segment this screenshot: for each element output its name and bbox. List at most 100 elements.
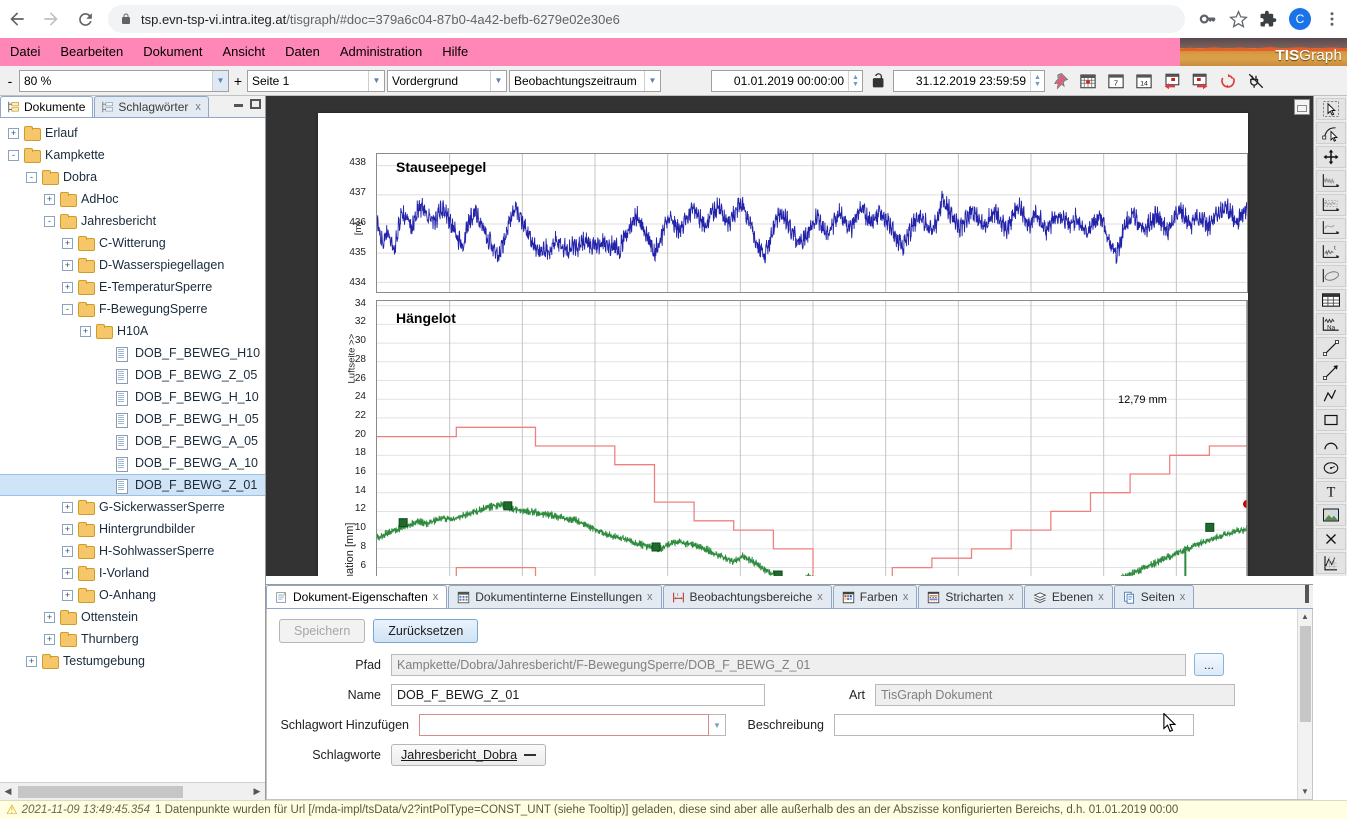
tree-node[interactable]: -Jahresbericht xyxy=(0,210,265,232)
select-pointer-tool[interactable] xyxy=(1316,98,1346,120)
menu-ansicht[interactable]: Ansicht xyxy=(213,38,276,66)
scroll-up-icon[interactable]: ▲ xyxy=(1298,609,1312,624)
expand-icon[interactable]: + xyxy=(62,282,73,293)
extensions-button[interactable] xyxy=(1253,4,1283,34)
tree-node[interactable]: -Kampkette xyxy=(0,144,265,166)
schlagwort-add-input[interactable] xyxy=(419,714,709,736)
tree-horizontal-scrollbar[interactable]: ◀ ▶ xyxy=(0,782,265,800)
maximize-button[interactable] xyxy=(248,97,262,109)
beschreibung-input[interactable] xyxy=(834,714,1194,736)
ellipse-tool[interactable] xyxy=(1316,457,1346,479)
tree-node[interactable]: +Testumgebung xyxy=(0,650,265,672)
tree-node[interactable]: DOB_F_BEWG_H_10 xyxy=(0,386,265,408)
address-bar[interactable]: tsp.evn-tsp-vi.intra.iteg.at/tisgraph/#d… xyxy=(108,5,1185,33)
page-select[interactable]: Seite 1 ▼ xyxy=(247,70,385,92)
minus-remove-icon[interactable] xyxy=(524,754,536,756)
tree-node[interactable]: +Hintergrundbilder xyxy=(0,518,265,540)
calendar-back-button[interactable] xyxy=(1159,69,1185,93)
tab-schlagwoerter[interactable]: Schlagwörter x xyxy=(94,96,209,117)
scroll-right-icon[interactable]: ▶ xyxy=(249,786,265,797)
back-button[interactable] xyxy=(0,2,34,36)
collapse-icon[interactable]: - xyxy=(26,172,37,183)
pfad-browse-button[interactable]: ... xyxy=(1194,653,1224,676)
period-lock-button[interactable] xyxy=(865,69,891,93)
tree-node[interactable]: +E-TemperaturSperre xyxy=(0,276,265,298)
na-axis-tool[interactable]: Na xyxy=(1316,313,1346,335)
calendar-current-button[interactable] xyxy=(1075,69,1101,93)
document-canvas[interactable]: [m] 438 437 436 435 434 Stauseepegel Luf… xyxy=(266,96,1313,576)
tab-dokumentinterne-einstellungen[interactable]: Dokumentinterne Einstellungenx xyxy=(448,585,661,608)
document-tree[interactable]: +Erlauf-Kampkette-Dobra+AdHoc-Jahresberi… xyxy=(0,118,265,778)
menu-hilfe[interactable]: Hilfe xyxy=(432,38,478,66)
tree-node[interactable]: DOB_F_BEWEG_H10 xyxy=(0,342,265,364)
polyline-tool[interactable] xyxy=(1316,385,1346,407)
layer-select[interactable]: Vordergrund ▼ xyxy=(387,70,507,92)
tab-stricharten[interactable]: Strichartenx xyxy=(918,585,1023,608)
line-segment-tool[interactable] xyxy=(1316,337,1346,359)
zoom-in-button[interactable]: + xyxy=(230,70,246,92)
profile-avatar[interactable]: C xyxy=(1289,8,1311,30)
keyword-chip[interactable]: Jahresbericht_Dobra xyxy=(391,744,546,766)
expand-icon[interactable]: + xyxy=(26,656,37,667)
schlagwort-dropdown-arrow[interactable]: ▼ xyxy=(709,714,726,736)
scroll-left-icon[interactable]: ◀ xyxy=(0,786,16,797)
tree-node[interactable]: +H-SohlwasserSperre xyxy=(0,540,265,562)
curve-series-tool[interactable] xyxy=(1316,170,1346,192)
derivative-series-tool[interactable]: t xyxy=(1316,241,1346,263)
date-to-field[interactable]: 31.12.2019 23:59:59 ▲▼ xyxy=(893,70,1045,92)
move-tool[interactable] xyxy=(1316,146,1346,168)
expand-icon[interactable]: + xyxy=(62,568,73,579)
close-icon[interactable]: x xyxy=(433,591,439,603)
close-icon[interactable]: x xyxy=(1008,591,1014,603)
save-button[interactable]: Speichern xyxy=(279,619,365,643)
reload-button[interactable] xyxy=(68,2,102,36)
scroll-down-icon[interactable]: ▼ xyxy=(1298,784,1312,799)
tree-node[interactable]: DOB_F_BEWG_A_10 xyxy=(0,452,265,474)
image-tool[interactable] xyxy=(1316,504,1346,526)
tree-node[interactable]: DOB_F_BEWG_A_05 xyxy=(0,430,265,452)
chart1-plot-area[interactable] xyxy=(376,153,1248,293)
chevron-down-icon[interactable]: ▼ xyxy=(644,71,660,91)
date-to-spinner[interactable]: ▲▼ xyxy=(1030,71,1044,91)
tree-node[interactable]: +Thurnberg xyxy=(0,628,265,650)
collapse-icon[interactable]: - xyxy=(62,304,73,315)
close-icon[interactable]: x xyxy=(817,591,823,603)
expand-icon[interactable]: + xyxy=(62,502,73,513)
expand-icon[interactable]: + xyxy=(62,260,73,271)
canvas-panel-toggle[interactable] xyxy=(1294,99,1310,115)
close-icon[interactable]: x xyxy=(647,591,653,603)
tab-dokument-eigenschaften[interactable]: Dokument-Eigenschaftenx xyxy=(266,585,447,608)
expand-icon[interactable]: + xyxy=(44,194,55,205)
tree-node[interactable]: +G-SickerwasserSperre xyxy=(0,496,265,518)
pin-button[interactable] xyxy=(1047,69,1073,93)
area-series-tool[interactable] xyxy=(1316,194,1346,216)
menu-daten[interactable]: Daten xyxy=(275,38,330,66)
calendar-14-button[interactable]: 14 xyxy=(1131,69,1157,93)
date-from-spinner[interactable]: ▲▼ xyxy=(848,71,862,91)
period-select[interactable]: Beobachtungszeitraum ▼ xyxy=(509,70,661,92)
tree-node[interactable]: DOB_F_BEWG_Z_05 xyxy=(0,364,265,386)
tab-seiten[interactable]: Seitenx xyxy=(1114,585,1195,608)
properties-scroll-thumb[interactable] xyxy=(1300,626,1311,722)
scroll-track[interactable] xyxy=(16,785,249,799)
collapse-icon[interactable]: - xyxy=(8,150,19,161)
reset-button[interactable]: Zurücksetzen xyxy=(373,619,478,643)
calendar-7-button[interactable]: 7 xyxy=(1103,69,1129,93)
minimize-button[interactable] xyxy=(231,97,245,109)
delete-tool[interactable] xyxy=(1316,528,1346,550)
rectangle-tool[interactable] xyxy=(1316,409,1346,431)
tree-node[interactable]: -Dobra xyxy=(0,166,265,188)
menu-dokument[interactable]: Dokument xyxy=(133,38,212,66)
node-edit-tool[interactable] xyxy=(1316,122,1346,144)
disconnect-button[interactable] xyxy=(1243,69,1269,93)
menu-datei[interactable]: Datei xyxy=(0,38,50,66)
bookmark-button[interactable] xyxy=(1223,4,1253,34)
table-tool[interactable] xyxy=(1316,289,1346,311)
panel-maximize-button[interactable] xyxy=(1305,587,1309,601)
refresh-button[interactable] xyxy=(1215,69,1241,93)
close-icon[interactable]: x xyxy=(1098,591,1104,603)
chevron-down-icon[interactable]: ▼ xyxy=(212,71,228,91)
close-icon[interactable]: x xyxy=(195,101,201,113)
zoom-combo[interactable]: 80 % ▼ xyxy=(19,70,229,92)
close-icon[interactable]: x xyxy=(1180,591,1186,603)
